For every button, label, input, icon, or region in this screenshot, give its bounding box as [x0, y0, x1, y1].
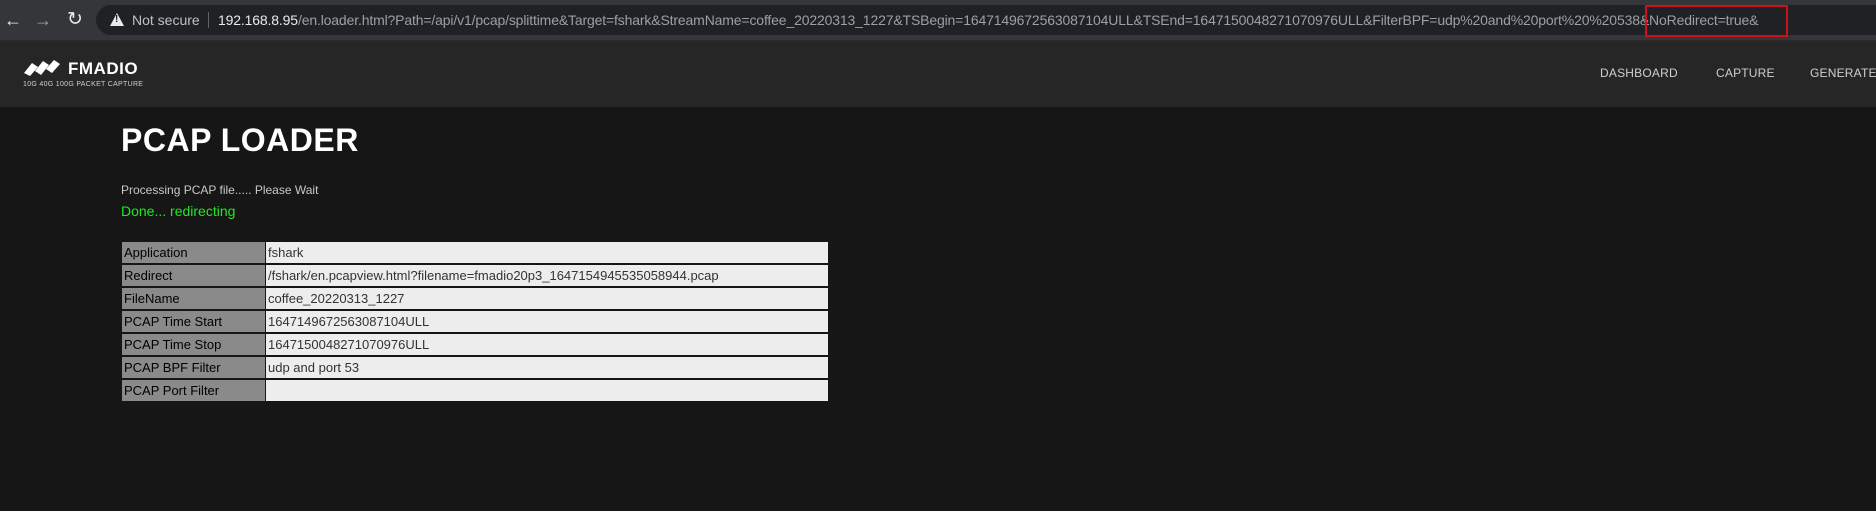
- url-highlight-box: [1645, 5, 1788, 37]
- table-row: FileName coffee_20220313_1227: [122, 288, 828, 309]
- fmadio-logo[interactable]: FMADIO 10G 40G 100G PACKET CAPTURE: [22, 59, 162, 95]
- logo-mark-icon: [24, 60, 60, 76]
- logo-wordmark: FMADIO: [68, 59, 139, 78]
- row-value: /fshark/en.pcapview.html?filename=fmadio…: [266, 265, 828, 286]
- logo-subtitle: 10G 40G 100G PACKET CAPTURE: [23, 81, 144, 88]
- pcap-info-table: Application fshark Redirect /fshark/en.p…: [121, 240, 829, 403]
- row-value: 1647150048271070976ULL: [266, 334, 828, 355]
- row-key: PCAP Time Stop: [122, 334, 265, 355]
- warning-icon: [110, 13, 124, 26]
- table-row: PCAP Time Start 1647149672563087104ULL: [122, 311, 828, 332]
- row-value: 1647149672563087104ULL: [266, 311, 828, 332]
- browser-toolbar: ← → ↻ Not secure 192.168.8.95/en.loader.…: [0, 0, 1876, 41]
- address-bar[interactable]: Not secure 192.168.8.95/en.loader.html?P…: [96, 5, 1876, 35]
- row-value: udp and port 53: [266, 357, 828, 378]
- row-value: coffee_20220313_1227: [266, 288, 828, 309]
- url-text[interactable]: 192.168.8.95/en.loader.html?Path=/api/v1…: [218, 12, 1758, 28]
- address-divider: [208, 12, 209, 28]
- url-path: /en.loader.html?Path=/api/v1/pcap/splitt…: [297, 12, 1640, 28]
- processing-message: Processing PCAP file..... Please Wait: [121, 183, 319, 197]
- row-value: [266, 380, 828, 401]
- security-label[interactable]: Not secure: [132, 12, 200, 28]
- status-message: Done... redirecting: [121, 203, 236, 219]
- app-navbar: FMADIO 10G 40G 100G PACKET CAPTURE DASHB…: [0, 41, 1876, 107]
- row-key: FileName: [122, 288, 265, 309]
- row-key: PCAP Time Start: [122, 311, 265, 332]
- forward-arrow-icon[interactable]: →: [32, 9, 54, 31]
- table-row: PCAP Port Filter: [122, 380, 828, 401]
- back-arrow-icon[interactable]: ←: [2, 9, 24, 31]
- table-row: Application fshark: [122, 242, 828, 263]
- page-title: PCAP LOADER: [121, 122, 359, 158]
- table-row: PCAP BPF Filter udp and port 53: [122, 357, 828, 378]
- nav-generate[interactable]: GENERATE: [1810, 66, 1876, 80]
- url-host: 192.168.8.95: [218, 12, 298, 28]
- nav-dashboard[interactable]: DASHBOARD: [1600, 66, 1678, 80]
- table-row: Redirect /fshark/en.pcapview.html?filena…: [122, 265, 828, 286]
- nav-capture[interactable]: CAPTURE: [1716, 66, 1775, 80]
- row-key: PCAP Port Filter: [122, 380, 265, 401]
- table-row: PCAP Time Stop 1647150048271070976ULL: [122, 334, 828, 355]
- row-key: Redirect: [122, 265, 265, 286]
- row-value: fshark: [266, 242, 828, 263]
- row-key: PCAP BPF Filter: [122, 357, 265, 378]
- reload-icon[interactable]: ↻: [64, 9, 86, 31]
- row-key: Application: [122, 242, 265, 263]
